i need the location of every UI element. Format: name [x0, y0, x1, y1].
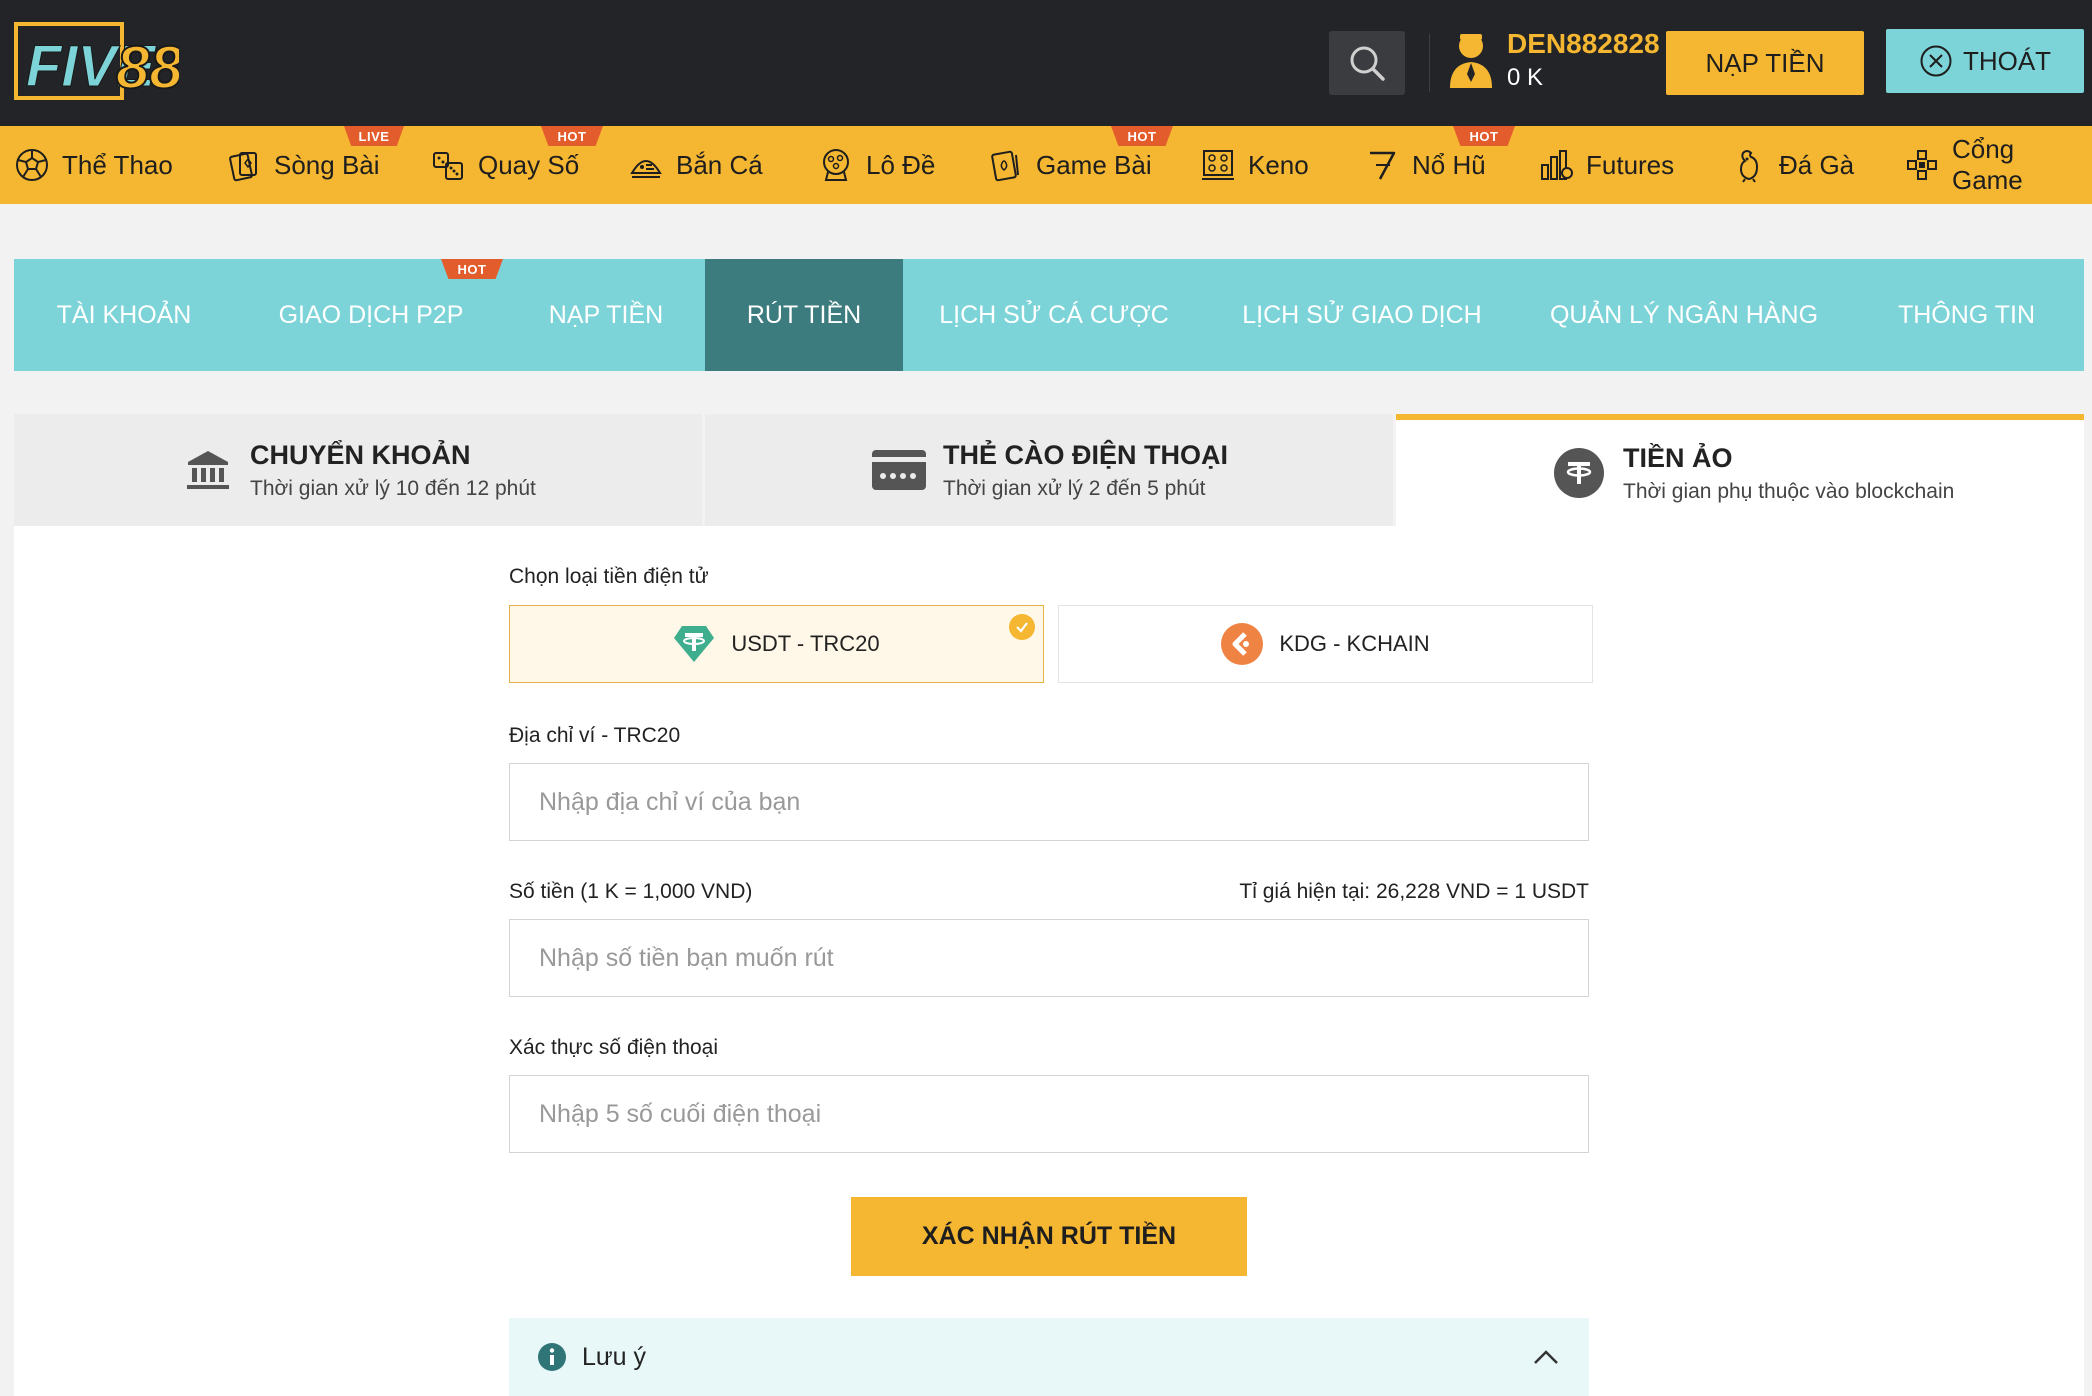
search-icon — [1350, 46, 1385, 81]
wallet-address-label: Địa chỉ ví - TRC20 — [509, 724, 681, 747]
tab-rut-tien[interactable]: RÚT TIỀN — [705, 259, 903, 371]
hot-badge: HOT — [541, 126, 603, 146]
tab-label: LỊCH SỬ CÁ CƯỢC — [939, 300, 1169, 329]
chevron-up-icon[interactable] — [1532, 1348, 1560, 1366]
nav-item-the-thao[interactable]: Thể Thao — [14, 126, 173, 204]
info-icon — [538, 1343, 566, 1371]
hot-badge: HOT — [1453, 126, 1515, 146]
lotto-ball-icon — [823, 149, 849, 181]
tab-label: RÚT TIỀN — [746, 300, 862, 329]
nav-label: Bắn Cá — [676, 149, 763, 180]
phone-card-icon — [872, 450, 926, 490]
rooster-icon — [1739, 150, 1759, 183]
kdg-icon — [1221, 623, 1264, 665]
logout-button[interactable]: THOÁT — [1886, 29, 2084, 93]
card-game-icon — [991, 150, 1019, 182]
tab-label: GIAO DỊCH P2P — [278, 300, 464, 329]
tab-nap-tien[interactable]: NẠP TIỀN — [508, 259, 704, 371]
coin-label: USDT - TRC20 — [731, 631, 880, 656]
slot-seven-icon — [1370, 151, 1396, 180]
tab-label: NẠP TIỀN — [548, 300, 664, 329]
nav-label: Nổ Hũ — [1412, 149, 1486, 180]
nav-label: Futures — [1586, 149, 1675, 180]
tab-lich-su-giao-dich[interactable]: LỊCH SỬ GIAO DỊCH — [1205, 259, 1519, 371]
nav-item-da-ga[interactable]: Đá Gà — [1731, 126, 1854, 204]
search-button[interactable] — [1329, 31, 1405, 95]
hot-badge: HOT — [441, 259, 503, 279]
keno-grid-icon — [1202, 150, 1234, 180]
logout-label: THOÁT — [1962, 45, 2052, 76]
account-tabs: TÀI KHOẢN GIAO DỊCH P2P HOT NẠP TIỀN RÚT… — [14, 259, 2084, 371]
phone-verify-input[interactable] — [509, 1075, 1589, 1153]
futures-chart-icon — [1541, 150, 1573, 180]
user-avatar-icon — [1450, 34, 1492, 88]
confirm-withdraw-button[interactable]: XÁC NHẬN RÚT TIỀN — [851, 1197, 1247, 1276]
account-balance: 0 K — [1507, 64, 1544, 91]
nav-item-keno[interactable]: Keno — [1200, 126, 1309, 204]
method-title: CHUYỂN KHOẢN — [250, 439, 471, 470]
selected-check-icon — [1009, 614, 1035, 640]
amount-input[interactable] — [509, 919, 1589, 997]
tab-label: QUẢN LÝ NGÂN HÀNG — [1549, 300, 1819, 329]
fish-icon — [630, 160, 662, 178]
withdraw-method-tabs: CHUYỂN KHOẢN Thời gian xử lý 10 đến 12 p… — [14, 414, 2084, 526]
coin-label: KDG - KCHAIN — [1279, 631, 1430, 656]
exchange-rate-text: Tỉ giá hiện tại: 26,228 VND = 1 USDT — [1239, 880, 1589, 903]
nav-label: Game Bài — [1036, 149, 1152, 180]
note-accordion[interactable]: Lưu ý — [509, 1318, 1589, 1396]
lottery-icon — [433, 152, 463, 180]
nav-label: Keno — [1248, 149, 1309, 180]
method-subtitle: Thời gian phụ thuộc vào blockchain — [1623, 479, 1955, 503]
crypto-icon — [1554, 448, 1604, 498]
nav-label: Cổng Game — [1951, 134, 2023, 195]
header-deposit-label: NẠP TIỀN — [1705, 47, 1825, 78]
nav-item-cong-game[interactable]: Cổng Game — [1904, 126, 2092, 204]
method-subtitle: Thời gian xử lý 2 đến 5 phút — [943, 476, 1206, 500]
live-badge: LIVE — [344, 126, 404, 146]
method-tien-ao[interactable]: TIỀN ẢO Thời gian phụ thuộc vào blockcha… — [1396, 414, 2084, 526]
soccer-ball-icon — [16, 149, 48, 181]
nav-item-futures[interactable]: Futures — [1538, 126, 1674, 204]
method-chuyen-khoan[interactable]: CHUYỂN KHOẢN Thời gian xử lý 10 đến 12 p… — [14, 414, 702, 526]
coin-option-kdg-kchain[interactable]: KDG - KCHAIN — [1058, 605, 1593, 683]
nav-label: Quay Số — [478, 149, 580, 180]
note-label: Lưu ý — [582, 1342, 646, 1371]
tether-icon — [674, 626, 715, 662]
main-navigation: Thể Thao Sòng Bài LIVE Quay Số HOT Bắn C… — [0, 126, 2092, 204]
method-title: TIỀN ẢO — [1623, 442, 1733, 473]
five88-logo[interactable]: FIVE 88 — [14, 22, 179, 102]
method-subtitle: Thời gian xử lý 10 đến 12 phút — [250, 476, 536, 500]
tab-label: TÀI KHOẢN — [56, 300, 192, 329]
nav-label: Thể Thao — [62, 149, 173, 180]
coin-option-usdt-trc20[interactable]: USDT - TRC20 — [509, 605, 1044, 683]
close-circle-icon — [1920, 45, 1952, 77]
phone-verify-label: Xác thực số điện thoại — [509, 1036, 719, 1059]
svg-text:88: 88 — [116, 34, 179, 101]
bank-icon — [187, 451, 229, 489]
header-deposit-button[interactable]: NẠP TIỀN — [1666, 31, 1864, 95]
method-the-cao-dien-thoai[interactable]: THẺ CÀO ĐIỆN THOẠI Thời gian xử lý 2 đến… — [705, 414, 1393, 526]
confirm-withdraw-label: XÁC NHẬN RÚT TIỀN — [921, 1222, 1177, 1250]
tab-label: LỊCH SỬ GIAO DỊCH — [1242, 300, 1482, 329]
top-header: FIVE 88 DEN882828 0 K NẠP TIỀN THOÁT — [0, 0, 2092, 126]
tab-lich-su-ca-cuoc[interactable]: LỊCH SỬ CÁ CƯỢC — [903, 259, 1205, 371]
tab-thong-tin[interactable]: THÔNG TIN — [1849, 259, 2084, 371]
cards-icon — [229, 152, 257, 182]
tab-quan-ly-ngan-hang[interactable]: QUẢN LÝ NGÂN HÀNG — [1519, 259, 1849, 371]
hot-badge: HOT — [1111, 126, 1173, 146]
nav-label: Sòng Bài — [274, 149, 380, 180]
nav-label: Lô Đề — [866, 149, 936, 180]
header-divider — [1429, 34, 1430, 92]
nav-item-ban-ca[interactable]: Bắn Cá — [628, 126, 763, 204]
tab-tai-khoan[interactable]: TÀI KHOẢN — [14, 259, 234, 371]
wallet-address-input[interactable] — [509, 763, 1589, 841]
amount-label: Số tiền (1 K = 1,000 VND) — [509, 880, 753, 903]
coin-type-label: Chọn loại tiền điện tử — [509, 565, 709, 588]
nav-item-lo-de[interactable]: Lô Đề — [818, 126, 935, 204]
username: DEN882828 — [1507, 28, 1660, 59]
method-title: THẺ CÀO ĐIỆN THOẠI — [943, 439, 1229, 470]
nav-label: Đá Gà — [1779, 149, 1855, 180]
gamepad-icon — [1906, 150, 1937, 180]
tab-label: THÔNG TIN — [1897, 300, 2036, 329]
